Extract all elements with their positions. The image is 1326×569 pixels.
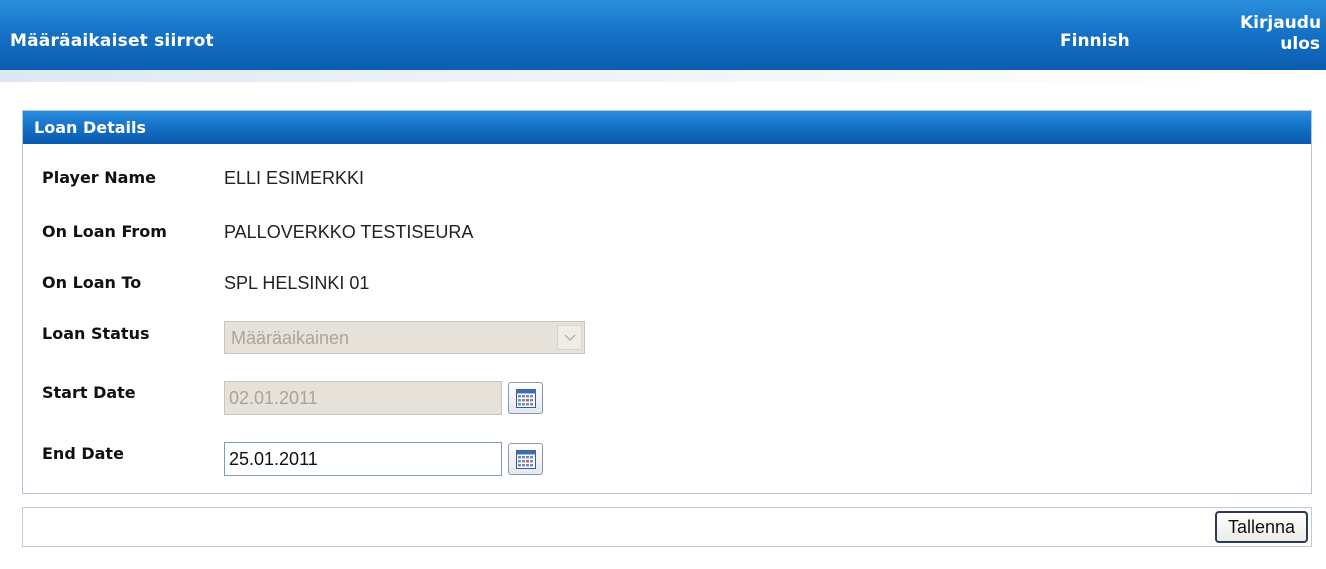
loan-details-panel: Loan Details Player Name ELLI ESIMERKKI … — [22, 110, 1312, 494]
loan-status-selected-value: Määräaikainen — [231, 328, 350, 348]
on-loan-to-label: On Loan To — [42, 273, 142, 292]
top-bar: Määräaikaiset siirrot Finnish Kirjaudu u… — [0, 0, 1326, 70]
logout-label-line2: ulos — [1280, 34, 1320, 54]
end-date-calendar-button[interactable] — [508, 443, 543, 475]
on-loan-from-value: PALLOVERKKO TESTISEURA — [224, 222, 474, 242]
end-date-input[interactable]: 25.01.2011 — [224, 442, 502, 476]
start-date-label: Start Date — [42, 383, 136, 402]
player-name-value: ELLI ESIMERKKI — [224, 168, 365, 188]
calendar-icon — [516, 450, 536, 469]
save-button[interactable]: Tallenna — [1215, 511, 1308, 543]
start-date-calendar-button[interactable] — [508, 382, 543, 414]
logout-link[interactable]: Kirjaudu ulos — [1240, 13, 1322, 55]
on-loan-from-label: On Loan From — [42, 222, 167, 241]
language-link[interactable]: Finnish — [1060, 31, 1130, 51]
on-loan-to-value: SPL HELSINKI 01 — [224, 273, 370, 293]
start-date-input: 02.01.2011 — [224, 381, 502, 415]
action-bar: Tallenna — [22, 507, 1312, 547]
player-name-label: Player Name — [42, 168, 156, 187]
top-bar-shadow — [0, 70, 1326, 82]
end-date-label: End Date — [42, 444, 124, 463]
calendar-icon — [516, 389, 536, 408]
chevron-down-icon — [557, 325, 582, 350]
loan-status-select: Määräaikainen — [224, 321, 585, 354]
panel-title: Loan Details — [23, 111, 1311, 144]
app-title: Määräaikaiset siirrot — [10, 31, 214, 51]
loan-status-label: Loan Status — [42, 324, 150, 343]
logout-label-line1: Kirjaudu — [1240, 13, 1322, 33]
